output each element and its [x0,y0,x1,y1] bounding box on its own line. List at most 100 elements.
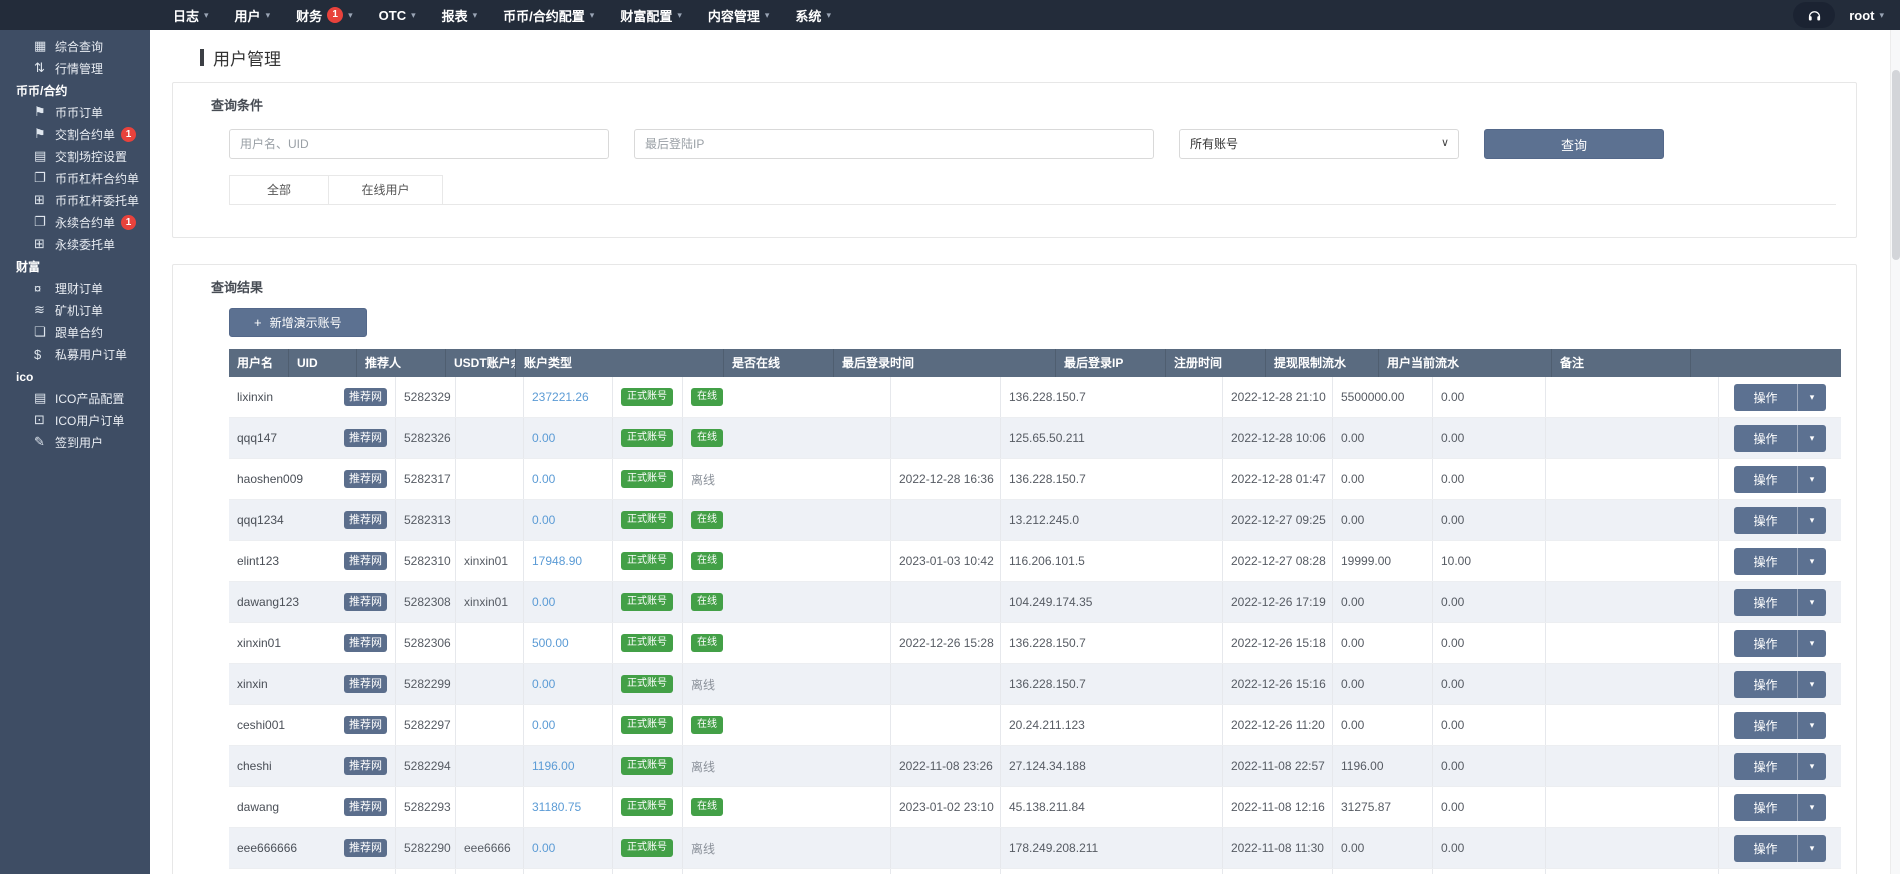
nav-logs[interactable]: 日志 ▾ [160,0,222,30]
sidebar-item-perpetual-contracts[interactable]: ❐ 永续合约单 1 [0,211,150,233]
chevron-down-icon: ▾ [266,10,271,21]
action-button[interactable]: 操作 [1734,589,1798,616]
sidebar-item-follow-contracts[interactable]: ❏ 跟单合约 [0,321,150,343]
action-dropdown-button[interactable]: ▾ [1798,835,1826,862]
nav-otc[interactable]: OTC ▾ [366,0,429,30]
username-label: root [1849,8,1874,23]
nav-user[interactable]: 用户 ▾ [222,0,284,30]
sidebar-item-ico-product-config[interactable]: ▤ ICO产品配置 [0,387,150,409]
sidebar-item-leverage-entrust[interactable]: ⊞ 币币杠杆委托单 [0,189,150,211]
table-header-row: 用户名 UID 推荐人 USDT账户余额 账户类型 是否在线 最后登录时间 最后… [229,349,1841,377]
sidebar-section-wealth: 财富 [0,255,150,277]
balance-link[interactable]: 1196.00 [532,759,575,773]
action-dropdown-button[interactable]: ▾ [1798,589,1826,616]
balance-link[interactable]: 237221.26 [532,390,589,404]
sidebar-item-market-manage[interactable]: ⇅ 行情管理 [0,57,150,79]
action-dropdown-button[interactable]: ▾ [1798,425,1826,452]
cell-balance: 1196.00 [524,746,613,786]
sidebar-item-private-user-orders[interactable]: $ 私募用户订单 [0,343,150,365]
account-type-select[interactable]: 所有账号 [1179,129,1459,159]
table-header-cell: 最后登录时间 [834,349,1056,377]
cell-balance: 31180.75 [524,787,613,827]
balance-link[interactable]: 500.00 [532,636,569,650]
cell-last-login-time: 2023-01-03 10:42 [891,541,1001,581]
tab-all[interactable]: 全部 [229,175,329,204]
action-button[interactable]: 操作 [1734,548,1798,575]
online-status-badge: 在线 [691,388,723,406]
cell-last-login-ip: 104.249.174.35 [1001,582,1223,622]
username-text: dawang [237,800,279,814]
action-dropdown-button[interactable]: ▾ [1798,630,1826,657]
cell-last-login-ip: 27.124.34.188 [1001,746,1223,786]
action-button[interactable]: 操作 [1734,712,1798,739]
sidebar-item-coin-orders[interactable]: ⚑ 币币订单 [0,101,150,123]
sidebar-item-checkin-users[interactable]: ✎ 签到用户 [0,431,150,453]
action-button[interactable]: 操作 [1734,630,1798,657]
nav-wealth-config[interactable]: 财富配置 ▾ [607,0,695,30]
sidebar-item-finance-orders[interactable]: ¤ 理财订单 [0,277,150,299]
cell-balance: 90114.48 [524,869,613,874]
action-dropdown-button[interactable]: ▾ [1798,712,1826,739]
action-button[interactable]: 操作 [1734,835,1798,862]
cell-username: xinxin01 推荐网 [229,623,396,663]
support-button[interactable] [1793,2,1835,28]
balance-link[interactable]: 17948.90 [532,554,582,568]
grid-icon: ▦ [34,38,55,54]
balance-link[interactable]: 0.00 [532,595,555,609]
action-dropdown-button[interactable]: ▾ [1798,466,1826,493]
sidebar-item-leverage-contracts[interactable]: ❐ 币币杠杆合约单 [0,167,150,189]
sidebar-item-miner-orders[interactable]: ≋ 矿机订单 [0,299,150,321]
action-button[interactable]: 操作 [1734,753,1798,780]
sidebar-item-perpetual-entrust[interactable]: ⊞ 永续委托单 [0,233,150,255]
action-button[interactable]: 操作 [1734,425,1798,452]
cell-actions: 操作 ▾ [1719,705,1841,745]
user-menu[interactable]: root ▾ [1849,8,1884,23]
sidebar-item-delivery-contracts[interactable]: ⚑ 交割合约单 1 [0,123,150,145]
chevron-down-icon: ▾ [677,10,682,21]
action-dropdown-button[interactable]: ▾ [1798,548,1826,575]
action-dropdown-button[interactable]: ▾ [1798,671,1826,698]
cell-actions: 操作 ▾ [1719,418,1841,458]
nav-system[interactable]: 系统 ▾ [782,0,844,30]
action-button[interactable]: 操作 [1734,384,1798,411]
cell-register-time: 2022-12-28 01:47 [1223,459,1333,499]
sidebar-item-delivery-risk-settings[interactable]: ▤ 交割场控设置 [0,145,150,167]
cell-remark [1546,541,1719,581]
balance-link[interactable]: 0.00 [532,431,555,445]
account-type-badge: 正式账号 [621,470,673,488]
balance-link[interactable]: 31180.75 [532,800,581,814]
cell-online-status: 在线 [683,623,891,663]
add-demo-account-button[interactable]: +新增演示账号 [229,308,367,337]
cell-actions: 操作 ▾ [1719,459,1841,499]
nav-coin-contract-config[interactable]: 币币/合约配置 ▾ [490,0,607,30]
sidebar-item-label: 私募用户订单 [55,346,127,363]
balance-link[interactable]: 0.00 [532,841,555,855]
action-button[interactable]: 操作 [1734,466,1798,493]
balance-link[interactable]: 0.00 [532,472,555,486]
nav-finance[interactable]: 财务 1 ▾ [283,0,366,30]
action-button[interactable]: 操作 [1734,671,1798,698]
balance-link[interactable]: 0.00 [532,718,555,732]
balance-link[interactable]: 0.00 [532,677,555,691]
action-button[interactable]: 操作 [1734,794,1798,821]
tab-online-users[interactable]: 在线用户 [329,175,443,204]
action-dropdown-button[interactable]: ▾ [1798,753,1826,780]
cell-account-type: 正式账号 [613,787,683,827]
balance-link[interactable]: 0.00 [532,513,555,527]
action-dropdown-button[interactable]: ▾ [1798,507,1826,534]
sidebar-item-overview[interactable]: ▦ 综合查询 [0,35,150,57]
action-dropdown-button[interactable]: ▾ [1798,794,1826,821]
cell-uid: 5282329 [396,377,456,417]
action-dropdown-button[interactable]: ▾ [1798,384,1826,411]
vertical-scrollbar[interactable] [1890,30,1900,874]
cell-remark [1546,459,1719,499]
last-login-ip-input[interactable] [634,129,1154,159]
nav-reports[interactable]: 报表 ▾ [429,0,491,30]
username-uid-input[interactable] [229,129,609,159]
action-button[interactable]: 操作 [1734,507,1798,534]
sidebar-item-ico-user-orders[interactable]: ⊡ ICO用户订单 [0,409,150,431]
cell-account-type: 正式账号 [613,500,683,540]
vertical-scrollbar-thumb[interactable] [1892,70,1900,260]
search-button[interactable]: 查询 [1484,129,1664,159]
nav-content-manage[interactable]: 内容管理 ▾ [695,0,783,30]
